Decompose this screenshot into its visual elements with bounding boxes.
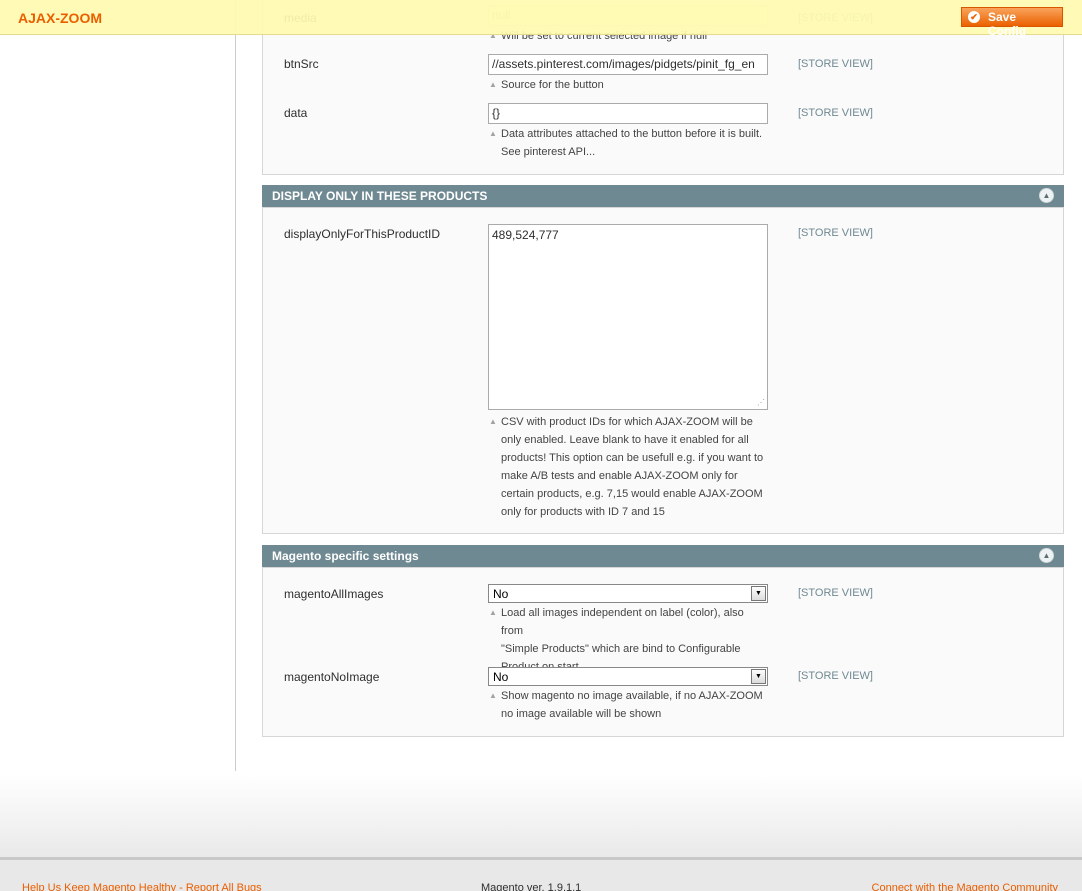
save-config-button[interactable]: ✔ Save Config bbox=[961, 7, 1063, 38]
collapse-icon[interactable]: ▲ bbox=[1039, 548, 1054, 563]
note-text: CSV with product IDs for which AJAX-ZOOM… bbox=[501, 416, 753, 428]
field-note: ▲ Source for the button bbox=[488, 76, 768, 94]
scope-label: [STORE VIEW] bbox=[798, 670, 873, 682]
arrow-up-icon: ▲ bbox=[489, 417, 497, 426]
note-text: Source for the button bbox=[501, 79, 604, 91]
note-text: products! This option can be usefull e.g… bbox=[501, 452, 764, 464]
scope-label: [STORE VIEW] bbox=[798, 587, 873, 599]
field-note: ▲ Data attributes attached to the button… bbox=[488, 125, 768, 161]
data-input[interactable]: {} bbox=[488, 103, 768, 124]
chevron-down-icon[interactable]: ▼ bbox=[751, 669, 766, 684]
select-value: No bbox=[493, 587, 509, 601]
scope-label: [STORE VIEW] bbox=[798, 227, 873, 239]
section-title: DISPLAY ONLY IN THESE PRODUCTS bbox=[272, 189, 488, 203]
note-text: no image available will be shown bbox=[501, 708, 662, 720]
field-label: btnSrc bbox=[284, 57, 319, 71]
field-note: ▲ Load all images independent on label (… bbox=[488, 604, 768, 676]
footer: Help Us Keep Magento Healthy - Report Al… bbox=[0, 857, 1082, 891]
report-bugs-link[interactable]: Help Us Keep Magento Healthy - Report Al… bbox=[22, 882, 262, 891]
section-header-display-only[interactable]: DISPLAY ONLY IN THESE PRODUCTS ▲ bbox=[262, 185, 1064, 207]
note-text: See pinterest API... bbox=[501, 146, 596, 158]
field-note: ▲ Show magento no image available, if no… bbox=[488, 687, 768, 723]
note-text: make A/B tests and enable AJAX-ZOOM only… bbox=[501, 470, 738, 482]
field-note: ▲ CSV with product IDs for which AJAX-ZO… bbox=[488, 413, 768, 521]
left-sidebar bbox=[0, 0, 236, 771]
field-label: data bbox=[284, 106, 308, 120]
product-ids-textarea[interactable]: 489,524,777 bbox=[488, 224, 768, 410]
arrow-up-icon: ▲ bbox=[489, 129, 497, 138]
section-title: Magento specific settings bbox=[272, 549, 419, 563]
arrow-up-icon: ▲ bbox=[489, 608, 497, 617]
note-text: "Simple Products" which are bind to Conf… bbox=[501, 643, 741, 655]
note-text: only enabled. Leave blank to have it ena… bbox=[501, 434, 749, 446]
arrow-up-icon: ▲ bbox=[489, 80, 497, 89]
select-value: No bbox=[493, 670, 509, 684]
magento-version: Magento ver. 1.9.1.1 bbox=[481, 882, 582, 891]
scope-label: [STORE VIEW] bbox=[798, 107, 873, 119]
footer-gradient bbox=[0, 775, 1082, 857]
note-text: certain products, e.g. 7,15 would enable… bbox=[501, 488, 763, 500]
note-text: Load all images independent on label (co… bbox=[501, 607, 744, 637]
page-title: AJAX-ZOOM bbox=[18, 10, 102, 26]
magento-fieldset: magentoAllImages No ▼ ▲ Load all images … bbox=[262, 567, 1064, 737]
note-text: only for products with ID 7 and 15 bbox=[501, 506, 665, 518]
display-only-fieldset: displayOnlyForThisProductID 489,524,777 … bbox=[262, 207, 1064, 534]
chevron-down-icon[interactable]: ▼ bbox=[751, 586, 766, 601]
save-button-label: Save Config bbox=[988, 10, 1026, 38]
note-text: Show magento no image available, if no A… bbox=[501, 690, 763, 702]
scope-label: [STORE VIEW] bbox=[798, 58, 873, 70]
section-header-magento[interactable]: Magento specific settings ▲ bbox=[262, 545, 1064, 567]
note-text: Data attributes attached to the button b… bbox=[501, 128, 763, 140]
arrow-up-icon: ▲ bbox=[489, 691, 497, 700]
sticky-header: AJAX-ZOOM ✔ Save Config bbox=[0, 0, 1082, 38]
community-link[interactable]: Connect with the Magento Community bbox=[872, 882, 1058, 891]
field-label: magentoAllImages bbox=[284, 587, 384, 601]
magento-no-image-select[interactable]: No ▼ bbox=[488, 667, 768, 686]
field-label: displayOnlyForThisProductID bbox=[284, 227, 441, 241]
resize-grip-icon[interactable]: ⋰ bbox=[757, 398, 765, 407]
collapse-icon[interactable]: ▲ bbox=[1039, 188, 1054, 203]
field-label: magentoNoImage bbox=[284, 670, 380, 684]
btnsrc-input[interactable]: //assets.pinterest.com/images/pidgets/pi… bbox=[488, 54, 768, 75]
magento-all-images-select[interactable]: No ▼ bbox=[488, 584, 768, 603]
check-icon: ✔ bbox=[968, 11, 980, 23]
